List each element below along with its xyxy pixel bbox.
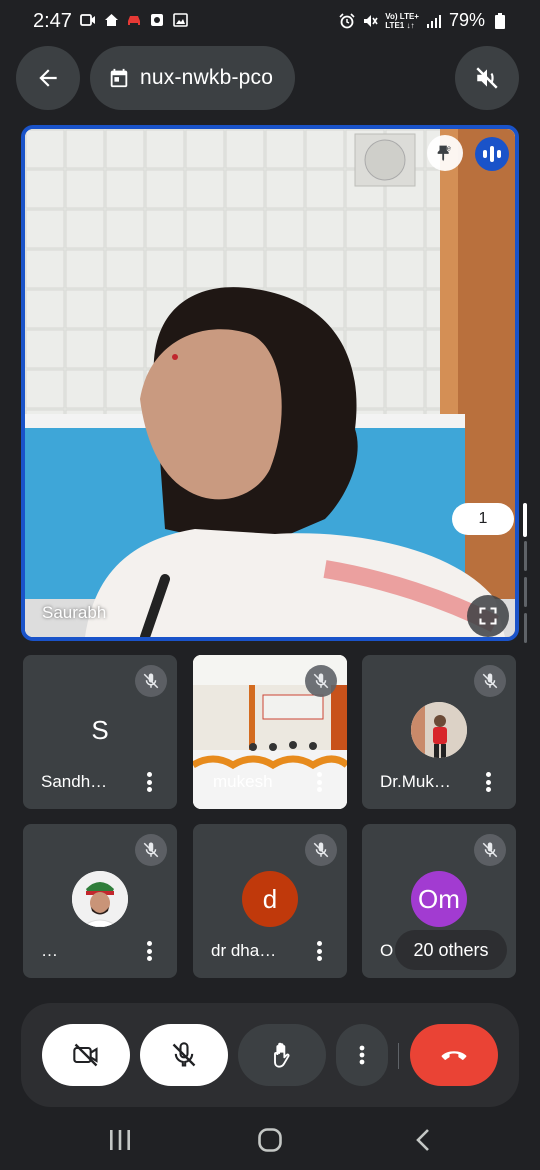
avatar-letter: S [91, 714, 109, 745]
avatar-letter: Om [418, 883, 460, 914]
camera-toggle-button[interactable] [42, 1024, 130, 1086]
battery-level: 79% [448, 10, 485, 30]
participant-name: dr dha… [211, 941, 277, 960]
participant-tile[interactable]: Dr.Muk… [362, 655, 516, 809]
svg-text:e: e [447, 143, 451, 152]
recents-button[interactable] [105, 1124, 135, 1156]
end-call-icon [441, 1051, 467, 1060]
participant-more-button[interactable] [309, 769, 329, 795]
mic-off-icon [474, 834, 506, 866]
mic-off-icon [474, 665, 506, 697]
arrow-left-icon [39, 69, 57, 87]
call-control-bar [21, 1003, 519, 1107]
avatar: Om [411, 871, 467, 927]
speaker-toggle-button[interactable] [455, 46, 519, 110]
status-time: 2:47 [33, 10, 72, 32]
fullscreen-icon [479, 607, 497, 625]
scrollbar-track[interactable] [524, 613, 527, 643]
participant-more-button[interactable] [139, 769, 159, 795]
scrollbar-thumb[interactable] [523, 503, 527, 537]
participant-tile[interactable]: … [23, 824, 177, 978]
avatar-photo [411, 702, 467, 758]
home-notification-icon [103, 12, 119, 28]
raise-hand-button[interactable] [238, 1024, 326, 1086]
chevron-left-icon [416, 1129, 429, 1151]
system-status-icons: Vo) LTE+ LTE1 ↓↑ 79% [339, 10, 508, 31]
avatar-letter: d [262, 883, 278, 914]
scrollbar-track[interactable] [524, 577, 527, 607]
home-icon [258, 1128, 282, 1152]
battery-icon [492, 12, 508, 29]
mute-icon [362, 13, 378, 29]
mic-off-icon [305, 665, 337, 697]
avatar-photo [72, 871, 128, 927]
mic-off-icon [305, 834, 337, 866]
back-button[interactable] [16, 46, 80, 110]
mic-off-icon [135, 834, 167, 866]
participant-more-button[interactable] [139, 938, 159, 964]
participant-tile[interactable]: mukesh [193, 655, 347, 809]
active-speaker-name: Saurabh [42, 603, 107, 622]
speaker-video-feed [25, 129, 515, 637]
speaker-off-icon [476, 67, 498, 89]
signal-icon [426, 13, 442, 29]
notification-icons [80, 12, 188, 28]
participant-tile[interactable]: d dr dha… [193, 824, 347, 978]
participant-name: mukesh [213, 772, 273, 791]
more-vert-icon [359, 1045, 365, 1065]
participant-name: Dr.Muk… [380, 772, 451, 791]
system-back-button[interactable] [408, 1124, 438, 1156]
mic-off-icon [172, 1042, 196, 1067]
calendar-icon [110, 68, 128, 88]
participant-name: O [380, 941, 394, 960]
home-button[interactable] [255, 1124, 285, 1156]
page-indicator: 1 [452, 503, 514, 535]
mic-toggle-button[interactable] [140, 1024, 228, 1086]
app-notification-icon [149, 12, 165, 28]
participant-more-button[interactable] [309, 938, 329, 964]
scrollbar-track[interactable] [524, 541, 527, 571]
participant-name: … [41, 941, 58, 960]
raise-hand-icon [274, 1042, 290, 1068]
active-speaker-tile[interactable]: e Saurabh [21, 125, 519, 641]
speaking-indicator-icon [475, 137, 509, 171]
mic-off-icon [135, 665, 167, 697]
control-divider [398, 1043, 399, 1069]
video-off-icon [73, 1043, 98, 1067]
system-nav-bar [0, 1110, 540, 1170]
participant-more-button[interactable] [478, 769, 498, 795]
network-type: Vo) LTE+ LTE1 ↓↑ [385, 11, 419, 30]
participant-tile[interactable]: S Sandh… [23, 655, 177, 809]
meeting-info-button[interactable]: nux-nwkb-pco [90, 46, 295, 110]
avatar: d [242, 871, 298, 927]
meeting-code: nux-nwkb-pco [140, 66, 274, 89]
pin-button[interactable]: e [427, 135, 463, 171]
recents-icon [110, 1130, 130, 1150]
more-options-button[interactable] [336, 1024, 388, 1086]
fullscreen-button[interactable] [467, 595, 509, 637]
gallery-notification-icon [172, 12, 188, 28]
status-bar: 2:47 Vo) LTE+ LTE1 ↓↑ 79% [0, 0, 540, 40]
participant-name: Sandh… [41, 772, 108, 791]
car-notification-icon [126, 12, 142, 28]
alarm-icon [339, 12, 355, 29]
others-count-button[interactable]: 20 others [395, 930, 507, 970]
avatar: S [72, 702, 128, 758]
pin-icon: e [437, 143, 451, 162]
video-notification-icon [80, 12, 96, 28]
end-call-button[interactable] [410, 1024, 498, 1086]
